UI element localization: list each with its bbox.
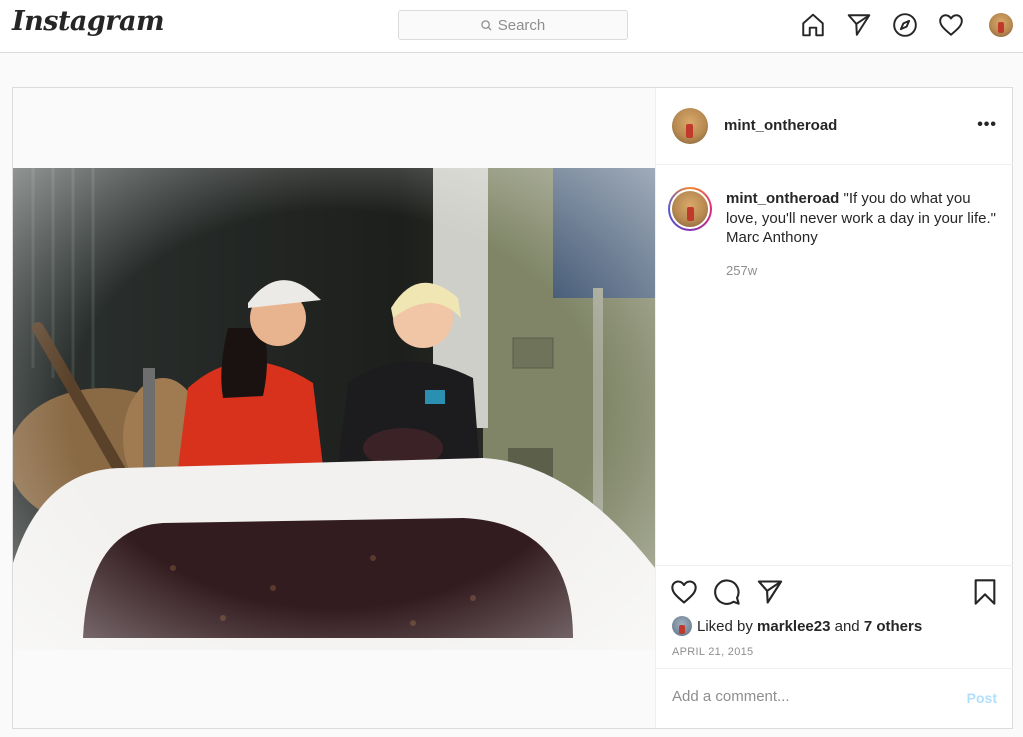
caption: mint_ontheroad "If you do what you love,… [726,189,1006,248]
home-icon[interactable] [800,12,826,38]
liked-by-joiner: and [834,617,860,635]
more-options-icon[interactable]: ••• [977,116,997,134]
caption-username[interactable]: mint_ontheroad [726,190,839,207]
search-icon [481,19,492,31]
comment-input[interactable] [672,688,942,705]
post-sidebar: mint_ontheroad ••• mint_ontheroad "If yo… [655,88,1013,728]
liked-by: Liked by marklee23 and 7 others [672,616,922,636]
author-username[interactable]: mint_ontheroad [724,117,837,134]
explore-icon[interactable] [892,12,918,38]
activity-heart-icon[interactable] [938,12,964,38]
post-comment-button[interactable]: Post [967,690,997,706]
post-photo [13,168,655,650]
liked-by-others[interactable]: 7 others [864,618,922,635]
post-date[interactable]: APRIL 21, 2015 [672,646,753,658]
post-media[interactable] [13,88,655,728]
direct-icon[interactable] [846,12,872,38]
nav-icons [800,12,984,38]
liker-username[interactable]: marklee23 [757,618,830,635]
search-placeholder: Search [497,16,546,34]
top-nav: Instagram Search [0,0,1023,53]
caption-section: mint_ontheroad "If you do what you love,… [656,165,1013,565]
search-bar[interactable]: Search [398,10,628,40]
instagram-logo[interactable]: Instagram [12,6,165,37]
post-header: mint_ontheroad ••• [656,88,1013,165]
post-card: mint_ontheroad ••• mint_ontheroad "If yo… [12,87,1013,729]
save-bookmark-icon[interactable] [971,578,999,606]
liker-avatar[interactable] [672,616,692,636]
profile-avatar[interactable] [989,13,1013,37]
author-avatar[interactable] [672,108,708,144]
comment-bubble-icon[interactable] [713,578,741,606]
post-actions: Liked by marklee23 and 7 others APRIL 21… [656,565,1013,665]
share-direct-icon[interactable] [756,578,784,606]
liked-by-prefix: Liked by [697,617,753,635]
comment-box: Post [656,668,1013,728]
caption-time-ago[interactable]: 257w [726,263,757,278]
like-heart-icon[interactable] [670,578,698,606]
caption-avatar[interactable] [668,187,712,231]
